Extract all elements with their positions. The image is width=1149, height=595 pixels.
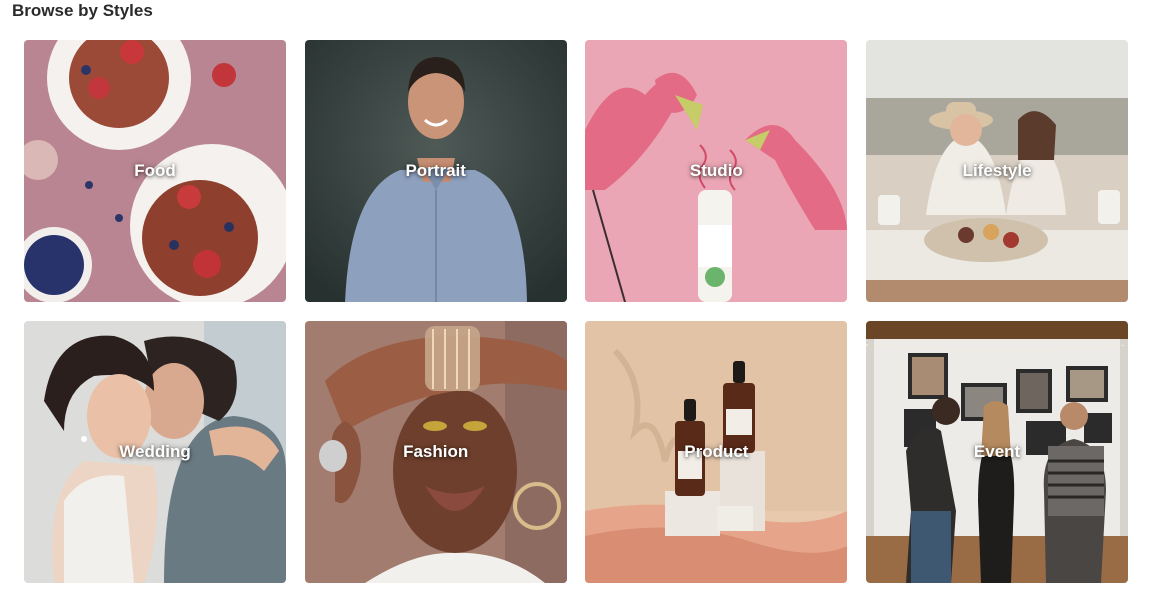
style-label-event: Event [973,442,1021,461]
style-card-lifestyle[interactable]: Lifestyle [866,40,1129,302]
style-label-portrait: Portrait [405,161,466,180]
style-grid: Food Portrait Studio Lifestyle Wedding F… [24,40,1129,583]
style-card-portrait[interactable]: Portrait [304,40,567,302]
section-title: Browse by Styles [12,1,153,20]
style-card-studio[interactable]: Studio [585,40,848,302]
style-label-fashion: Fashion [403,442,469,461]
style-label-product: Product [684,442,749,461]
style-label-lifestyle: Lifestyle [962,161,1032,180]
style-card-event[interactable]: Event [866,321,1129,583]
style-card-fashion[interactable]: Fashion [304,321,567,583]
style-label-food: Food [134,161,176,180]
style-label-studio: Studio [689,161,743,180]
style-card-wedding[interactable]: Wedding [24,321,286,583]
style-label-wedding: Wedding [119,442,191,461]
style-card-product[interactable]: Product [585,321,848,583]
style-card-food[interactable]: Food [24,40,286,302]
